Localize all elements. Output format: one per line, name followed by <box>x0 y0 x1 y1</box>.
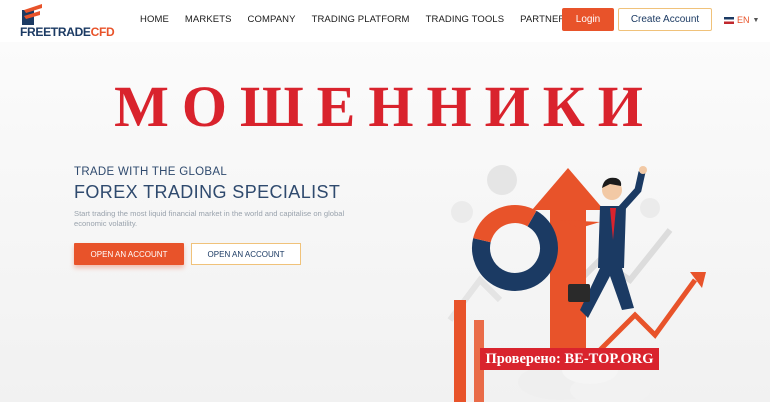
coin-icon <box>487 165 517 195</box>
arrow-logo-icon <box>22 4 42 25</box>
logo-text-part2: CFD <box>90 25 115 39</box>
briefcase-icon <box>568 284 590 302</box>
hero-description: Start trading the most liquid financial … <box>74 209 345 228</box>
logo-text-part1: FREETRADE <box>20 25 91 39</box>
login-button[interactable]: Login <box>562 8 614 31</box>
bar <box>454 300 466 402</box>
hero-title: FOREX TRADING SPECIALIST <box>74 182 341 202</box>
person-hand <box>639 166 647 174</box>
coin-icon <box>451 201 473 223</box>
language-selector[interactable]: EN ▼ <box>724 15 759 25</box>
logo-text: FREETRADECFD <box>20 25 115 39</box>
watermark-badge: Проверено: BE-TOP.ORG <box>480 348 659 370</box>
language-label: EN <box>737 15 750 25</box>
chevron-down-icon: ▼ <box>752 16 760 24</box>
nav-home[interactable]: HOME <box>140 14 169 25</box>
nav-trading-tools[interactable]: TRADING TOOLS <box>426 14 505 25</box>
brand-logo[interactable]: FREETRADECFD <box>18 4 138 40</box>
uk-flag-icon <box>724 16 734 24</box>
nav-company[interactable]: COMPANY <box>248 14 296 25</box>
site-header: FREETRADECFD HOME MARKETS COMPANY TRADIN… <box>0 0 770 42</box>
open-account-button-secondary[interactable]: OPEN AN ACCOUNT <box>191 243 301 265</box>
nav-markets[interactable]: MARKETS <box>185 14 232 25</box>
nav-trading-platform[interactable]: TRADING PLATFORM <box>312 14 410 25</box>
main-nav: HOME MARKETS COMPANY TRADING PLATFORM TR… <box>140 14 625 25</box>
open-account-button-primary[interactable]: OPEN AN ACCOUNT <box>74 243 184 265</box>
fraud-overlay-text: МОШЕННИКИ <box>114 74 656 139</box>
person-raised-arm <box>617 171 646 213</box>
hero-subtitle: TRADE WITH THE GLOBAL <box>74 166 228 178</box>
coin-icon <box>640 198 660 218</box>
create-account-button[interactable]: Create Account <box>618 8 712 31</box>
